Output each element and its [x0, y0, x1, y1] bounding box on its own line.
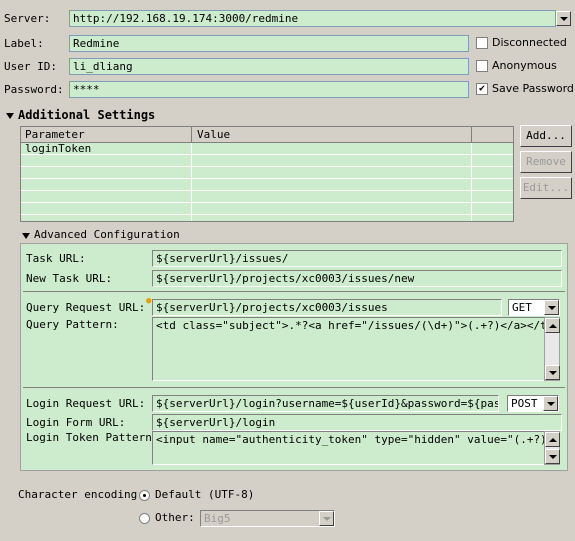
table-row: [21, 191, 513, 203]
label-label: Label:: [4, 37, 44, 50]
login-token-pattern-label: Login Token Pattern:: [26, 431, 159, 444]
new-task-url-input[interactable]: ${serverUrl}/projects/xc0003/issues/new: [152, 270, 562, 287]
table-row: [21, 179, 513, 191]
login-form-url-label: Login Form URL:: [26, 416, 126, 429]
chevron-down-icon: [548, 454, 557, 459]
chevron-down-icon: [548, 370, 557, 375]
other-encoding-select[interactable]: Big5: [200, 510, 335, 527]
server-label: Server:: [4, 12, 51, 25]
table-row: [21, 203, 513, 215]
disconnected-checkbox[interactable]: [476, 37, 488, 49]
chevron-down-icon: [322, 516, 331, 521]
additional-settings-title[interactable]: Additional Settings: [18, 108, 155, 122]
scroll-down-button[interactable]: [545, 365, 560, 380]
chevron-down-icon: [546, 401, 555, 406]
server-dropdown-button[interactable]: [556, 11, 571, 26]
server-combo[interactable]: http://192.168.19.174:3000/redmine: [69, 10, 556, 27]
query-request-url-label: Query Request URL:: [26, 301, 146, 314]
save-password-label: Save Password: [492, 82, 574, 95]
collapse-triangle-icon[interactable]: [6, 113, 14, 119]
column-header-parameter[interactable]: Parameter: [25, 128, 85, 142]
table-row: [21, 167, 513, 179]
default-encoding-label: Default (UTF-8): [155, 488, 255, 501]
chevron-up-icon: [548, 323, 557, 328]
remove-button[interactable]: Remove: [520, 151, 572, 173]
parameters-table[interactable]: Parameter Value loginToken: [20, 126, 514, 222]
scroll-up-button[interactable]: [545, 318, 560, 333]
password-input[interactable]: ****: [69, 81, 469, 98]
other-encoding-radio[interactable]: [139, 513, 150, 524]
scroll-up-button[interactable]: [545, 432, 560, 447]
task-url-input[interactable]: ${serverUrl}/issues/: [152, 250, 562, 267]
column-divider: [191, 127, 192, 142]
table-header: Parameter Value: [21, 127, 513, 143]
anonymous-checkbox[interactable]: [476, 60, 488, 72]
query-pattern-label: Query Pattern:: [26, 318, 119, 331]
new-task-url-label: New Task URL:: [26, 272, 113, 285]
scroll-down-button[interactable]: [545, 449, 560, 464]
collapse-triangle-icon[interactable]: [22, 233, 30, 239]
advanced-panel: Task URL: ${serverUrl}/issues/ New Task …: [20, 243, 568, 471]
default-encoding-radio[interactable]: [139, 490, 150, 501]
task-url-label: Task URL:: [26, 252, 86, 265]
login-request-url-label: Login Request URL:: [26, 397, 146, 410]
other-encoding-label: Other:: [155, 511, 195, 524]
chevron-down-icon: [547, 305, 556, 310]
edit-button[interactable]: Edit...: [520, 177, 572, 199]
login-request-url-input[interactable]: ${serverUrl}/login?username=${userId}&pa…: [152, 395, 499, 412]
query-method-dropdown-button[interactable]: [544, 300, 559, 315]
anonymous-label: Anonymous: [492, 59, 557, 72]
login-form-url-input[interactable]: ${serverUrl}/login: [152, 414, 562, 431]
login-token-pattern-textarea[interactable]: <input name="authenticity_token" type="h…: [152, 431, 545, 465]
table-row[interactable]: loginToken: [21, 142, 513, 155]
divider: [23, 291, 565, 292]
disconnected-label: Disconnected: [492, 36, 567, 49]
userid-label: User ID:: [4, 60, 57, 73]
login-method-dropdown-button[interactable]: [543, 396, 558, 411]
password-label: Password:: [4, 83, 64, 96]
advanced-configuration-title[interactable]: Advanced Configuration: [34, 228, 180, 242]
column-header-value[interactable]: Value: [197, 128, 230, 142]
checkmark-icon: ✔: [478, 83, 486, 94]
chevron-up-icon: [548, 437, 557, 442]
chevron-down-icon: [559, 16, 568, 21]
save-password-checkbox[interactable]: ✔: [476, 83, 488, 95]
divider: [23, 387, 565, 388]
other-encoding-dropdown-button[interactable]: [319, 511, 334, 526]
table-row: [21, 155, 513, 167]
login-token-scrollbar[interactable]: [544, 431, 560, 465]
query-pattern-scrollbar[interactable]: [544, 317, 560, 381]
column-divider: [471, 127, 472, 142]
character-encoding-label: Character encoding:: [18, 488, 144, 501]
add-button[interactable]: Add...: [520, 125, 572, 147]
userid-input[interactable]: li_dliang: [69, 58, 469, 75]
table-cell-parameter: loginToken: [25, 142, 92, 155]
lightbulb-icon: ●: [146, 296, 152, 306]
label-input[interactable]: Redmine: [69, 35, 469, 52]
table-body: loginToken: [21, 142, 513, 221]
query-pattern-textarea[interactable]: <td class="subject">.*?<a href="/issues/…: [152, 317, 545, 381]
query-request-url-input[interactable]: ${serverUrl}/projects/xc0003/issues: [152, 299, 502, 316]
